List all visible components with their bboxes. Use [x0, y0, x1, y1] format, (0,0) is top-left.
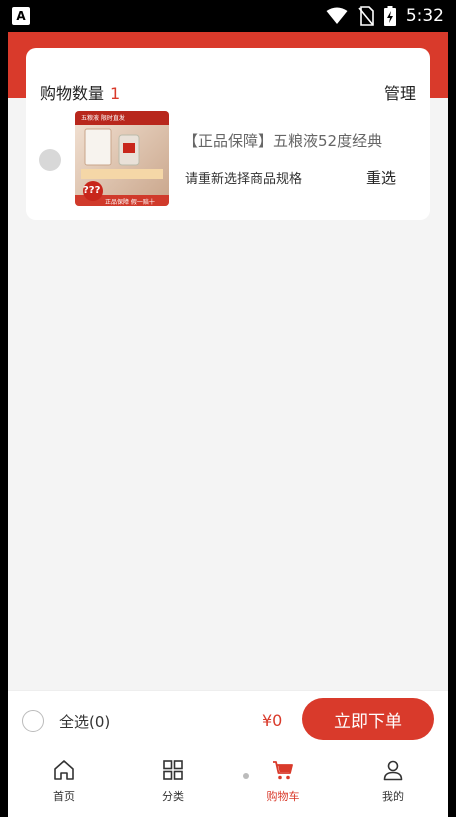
- checkout-bar: 全选(0) ¥0 立即下单: [8, 690, 448, 748]
- thumb-badge: 五粮液 限时直发: [81, 115, 125, 122]
- thumb-footer: 正品保障 假一赔十: [105, 199, 155, 206]
- battery-charging-icon: [383, 6, 396, 26]
- manage-button[interactable]: 管理: [384, 80, 416, 104]
- place-order-button[interactable]: 立即下单: [302, 698, 434, 740]
- tab-cart-label: 购物车: [266, 790, 300, 803]
- user-icon: [383, 760, 403, 781]
- notification-a-icon: A: [12, 7, 30, 25]
- select-all-label[interactable]: 全选(0): [59, 711, 110, 732]
- wifi-icon: [326, 7, 348, 24]
- spec-notice: 请重新选择商品规格: [185, 172, 303, 187]
- status-icons: 5:32: [326, 5, 444, 27]
- thumb-question: ???: [83, 185, 101, 196]
- tab-cart[interactable]: 购物车: [248, 758, 318, 808]
- tab-profile[interactable]: 我的: [358, 758, 428, 808]
- status-bar: A 5:32: [0, 0, 456, 32]
- product-title[interactable]: 【正品保障】五粮液52度经典: [183, 130, 423, 151]
- no-sim-icon: [358, 6, 374, 26]
- tab-home[interactable]: 首页: [29, 758, 99, 808]
- home-icon: [54, 760, 74, 780]
- tab-category[interactable]: 分类: [138, 758, 208, 808]
- cart-title-label: 购物数量: [40, 84, 105, 103]
- cart-card: 购物数量 1 管理 五粮液 限时直发 ??? 正品保障 假一赔十 【正品保障】五…: [26, 48, 430, 220]
- clock-time: 5:32: [405, 6, 444, 26]
- grid-icon: [163, 760, 183, 780]
- app-screen: 购物数量 1 管理 五粮液 限时直发 ??? 正品保障 假一赔十 【正品保障】五…: [8, 32, 448, 817]
- cart-count-title: 购物数量 1: [40, 80, 120, 104]
- cart-count: 1: [110, 84, 121, 103]
- product-thumbnail[interactable]: 五粮液 限时直发 ??? 正品保障 假一赔十: [75, 111, 169, 206]
- bottom-tab-bar: 首页 分类 购物车 我的: [8, 748, 448, 817]
- reselect-button[interactable]: 重选: [366, 167, 396, 188]
- tab-category-label: 分类: [162, 790, 184, 803]
- cart-icon: [273, 761, 293, 780]
- tab-profile-label: 我的: [382, 790, 404, 803]
- tab-home-label: 首页: [53, 790, 75, 803]
- item-select-radio[interactable]: [39, 149, 61, 171]
- select-all-radio[interactable]: [22, 710, 44, 732]
- total-price: ¥0: [262, 711, 283, 730]
